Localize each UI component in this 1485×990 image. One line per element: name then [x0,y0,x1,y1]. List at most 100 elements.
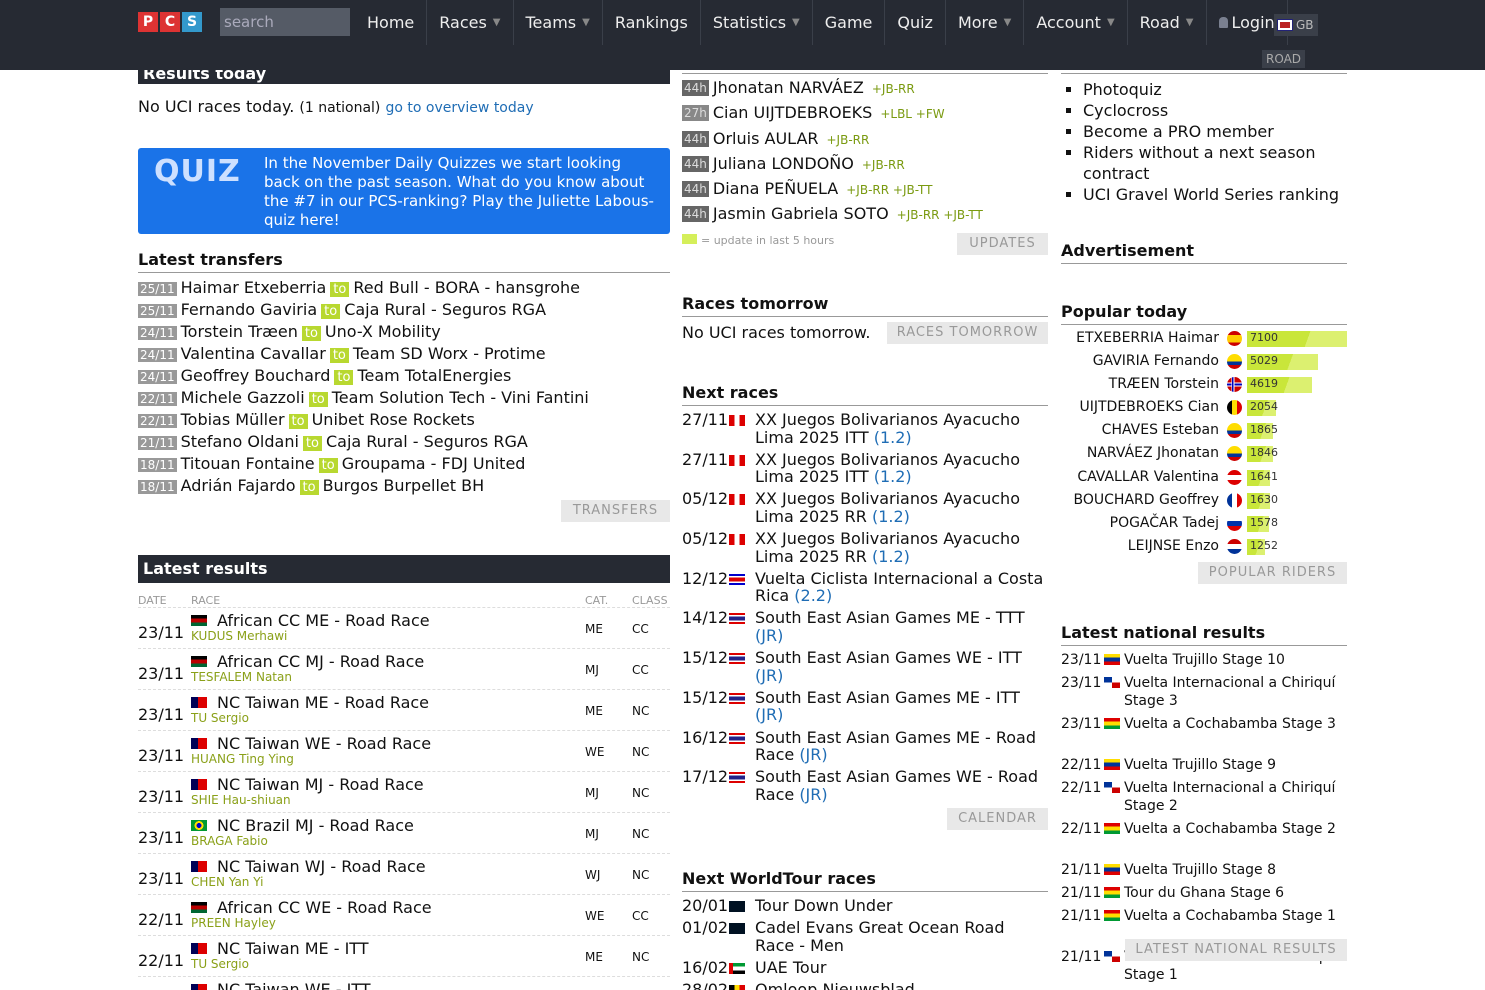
list-item[interactable]: 23/11 Vuelta a Cochabamba Stage 3 [1061,715,1347,756]
quick-link[interactable]: UCI Gravel World Series ranking [1083,184,1347,205]
transfer-row[interactable]: 25/11 Fernando Gaviria to Caja Rural - Segu… [138,300,670,322]
list-item[interactable]: 01/02 Cadel Evans Great Ocean Road Race -… [682,919,1048,959]
race-name[interactable]: Vuelta Trujillo Stage 9 [1124,756,1347,774]
search-input[interactable] [220,8,350,36]
national-results-button[interactable]: LATEST NATIONAL RESULTS [1125,939,1347,961]
nav-item-game[interactable]: Game [813,0,886,45]
list-item[interactable]: 23/11 Vuelta Internacional a Chiriquí Sta… [1061,674,1347,715]
transfer-rider[interactable]: Stefano Oldani [181,432,299,451]
race-name[interactable]: NC Taiwan WJ - Road Race [217,857,426,876]
transfer-rider[interactable]: Haimar Etxeberria [181,278,327,297]
list-item[interactable]: 05/12 XX Juegos Bolivarianos Ayacucho Lim… [682,490,1048,530]
result-winner[interactable]: KUDUS Merhawi [191,629,287,643]
transfer-rider[interactable]: Michele Gazzoli [181,388,305,407]
table-row[interactable]: 22/11 NC Taiwan ME - ITT TU Sergio ME NC [138,935,670,976]
race-name[interactable]: NC Taiwan ME - ITT [217,939,369,958]
transfer-rider[interactable]: Fernando Gaviria [181,300,318,319]
transfer-team[interactable]: Groupama - FDJ United [342,454,526,473]
update-row[interactable]: 44h Diana PEÑUELA +JB-RR +JB-TT [682,179,1048,204]
road-toggle[interactable]: ROAD [1262,50,1306,68]
rider-name[interactable]: GAVIRIA Fernando [1093,353,1219,369]
race-name[interactable]: UAE Tour [755,959,1048,977]
transfer-rider[interactable]: Valentina Cavallar [181,344,326,363]
transfer-row[interactable]: 18/11 Adrián Fajardo to Burgos Burpellet BH [138,476,670,498]
nav-item-teams[interactable]: Teams ▼ [514,0,603,45]
list-item[interactable]: 12/12 Vuelta Ciclista Internacional a Cos… [682,570,1048,610]
quiz-banner[interactable]: QUIZ In the November Daily Quizzes we st… [138,148,670,234]
nav-item-races[interactable]: Races ▼ [427,0,514,45]
table-row[interactable]: 23/11 NC Taiwan WE - Road Race HUANG Ting … [138,730,670,771]
transfer-team[interactable]: Caja Rural - Seguros RGA [344,300,546,319]
list-item[interactable]: 21/11 Vuelta Trujillo Stage 8 [1061,861,1347,884]
list-item[interactable]: CAVALLAR Valentina 1641 [1061,467,1347,490]
result-winner[interactable]: BRAGA Fabio [191,834,268,848]
race-name[interactable]: NC Taiwan WE - Road Race [217,734,431,753]
race-name[interactable]: Vuelta a Cochabamba Stage 3 [1124,715,1347,733]
race-name[interactable]: NC Taiwan WE - ITT [217,980,371,990]
popular-riders-button[interactable]: POPULAR RIDERS [1198,562,1347,584]
list-item[interactable]: 27/11 XX Juegos Bolivarianos Ayacucho Lim… [682,451,1048,491]
race-name[interactable]: NC Taiwan MJ - Road Race [217,775,424,794]
transfer-row[interactable]: 24/11 Torstein Træen to Uno-X Mobility [138,322,670,344]
quick-link[interactable]: Riders without a next season contract [1083,142,1347,184]
list-item[interactable]: CHAVES Esteban 1865 [1061,420,1347,443]
update-rider[interactable]: Orluis AULAR [713,129,819,148]
list-item[interactable]: 14/12 South East Asian Games ME - TTT (JR… [682,609,1048,649]
transfer-row[interactable]: 25/11 Haimar Etxeberria to Red Bull - BORA … [138,278,670,300]
update-row[interactable]: 27h Cian UIJTDEBROEKS +LBL +FW [682,103,1048,128]
nav-item-quiz[interactable]: Quiz [885,0,946,45]
update-row[interactable]: 44h Juliana LONDOÑO +JB-RR [682,154,1048,179]
list-item[interactable]: NARVÁEZ Jhonatan 1846 [1061,443,1347,466]
list-item[interactable]: 28/02 Omloop Nieuwsblad [682,981,1048,990]
table-row[interactable]: 23/11 African CC ME - Road Race KUDUS Merh… [138,607,670,648]
transfer-rider[interactable]: Adrián Fajardo [181,476,296,495]
transfer-row[interactable]: 21/11 Stefano Oldani to Caja Rural - Seguro… [138,432,670,454]
nav-item-account[interactable]: Account ▼ [1024,0,1128,45]
update-row[interactable]: 44h Jhonatan NARVÁEZ +JB-RR [682,78,1048,103]
race-name[interactable]: NC Brazil MJ - Road Race [217,816,414,835]
race-name[interactable]: South East Asian Games ME - ITT [755,688,1020,707]
race-name[interactable]: African CC WE - Road Race [217,898,432,917]
update-row[interactable]: 44h Jasmin Gabriela SOTO +JB-RR +JB-TT [682,204,1048,229]
list-item[interactable]: 22/11 Vuelta a Cochabamba Stage 2 [1061,820,1347,861]
transfer-row[interactable]: 18/11 Titouan Fontaine to Groupama - FDJ Un… [138,454,670,476]
update-rider[interactable]: Jhonatan NARVÁEZ [713,78,864,97]
transfer-team[interactable]: Red Bull - BORA - hansgrohe [353,278,580,297]
list-item[interactable]: 16/02 UAE Tour [682,959,1048,981]
transfer-row[interactable]: 22/11 Michele Gazzoli to Team Solution Tech… [138,388,670,410]
list-item[interactable]: 23/11 Vuelta Trujillo Stage 10 [1061,651,1347,674]
table-row[interactable]: 23/11 NC Taiwan WJ - Road Race CHEN Yan Yi… [138,853,670,894]
race-name[interactable]: Tour Down Under [755,897,1048,915]
result-winner[interactable]: TU Sergio [191,957,249,971]
race-name[interactable]: South East Asian Games WE - Road Race [755,767,1038,804]
update-rider[interactable]: Jasmin Gabriela SOTO [713,204,889,223]
race-name[interactable]: South East Asian Games WE - ITT [755,648,1022,667]
rider-name[interactable]: LEIJNSE Enzo [1128,538,1219,554]
nav-item-rankings[interactable]: Rankings [603,0,701,45]
calendar-button[interactable]: CALENDAR [947,808,1048,830]
overview-today-link[interactable]: go to overview today [386,100,534,116]
pcs-logo[interactable]: PCS [138,12,204,32]
list-item[interactable]: UIJTDEBROEKS Cian 2054 [1061,397,1347,420]
transfer-team[interactable]: Team Solution Tech - Vini Fantini [332,388,589,407]
nav-item-more[interactable]: More ▼ [946,0,1025,45]
result-winner[interactable]: TU Sergio [191,711,249,725]
result-winner[interactable]: HUANG Ting Ying [191,752,294,766]
result-winner[interactable]: SHIE Hau-shiuan [191,793,291,807]
table-row[interactable]: 23/11 NC Taiwan ME - Road Race TU Sergio ME… [138,689,670,730]
nav-item-home[interactable]: Home [355,0,428,45]
table-row[interactable]: 23/11 NC Taiwan MJ - Road Race SHIE Hau-sh… [138,771,670,812]
race-name[interactable]: Tour du Ghana Stage 6 [1124,884,1347,902]
transfer-rider[interactable]: Titouan Fontaine [181,454,315,473]
update-rider[interactable]: Juliana LONDOÑO [713,154,854,173]
nav-item-road[interactable]: Road ▼ [1128,0,1207,45]
list-item[interactable]: LEIJNSE Enzo 1252 [1061,536,1347,559]
race-name[interactable]: Vuelta Internacional a Chiriquí Stage 2 [1124,779,1347,815]
race-name[interactable]: South East Asian Games ME - TTT [755,608,1025,627]
race-name[interactable]: Vuelta Trujillo Stage 8 [1124,861,1347,879]
list-item[interactable]: 15/12 South East Asian Games ME - ITT (JR… [682,689,1048,729]
rider-name[interactable]: ETXEBERRIA Haimar [1076,330,1219,346]
result-winner[interactable]: PREEN Hayley [191,916,276,930]
list-item[interactable]: 21/11 Tour du Ghana Stage 6 [1061,884,1347,907]
race-name[interactable]: African CC MJ - Road Race [217,652,424,671]
